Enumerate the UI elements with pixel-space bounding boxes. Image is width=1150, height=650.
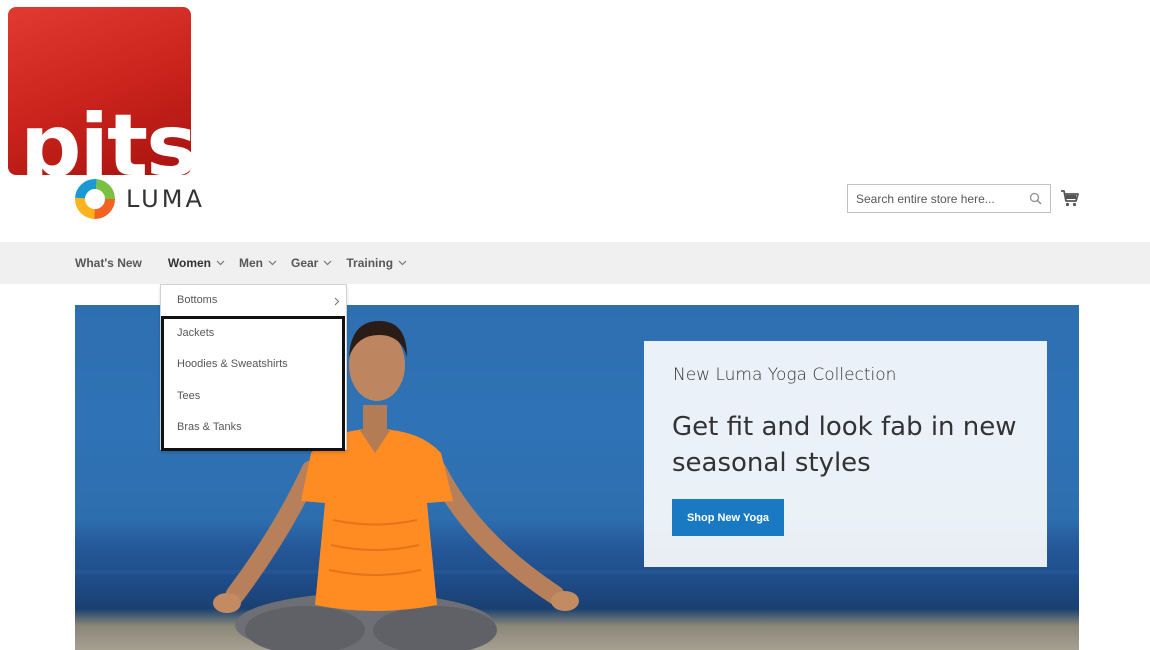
submenu-item-hoodies-sweatshirts[interactable]: Hoodies & Sweatshirts [177, 358, 288, 370]
promo-title: Get fit and look fab in new seasonal sty… [672, 412, 1017, 478]
nav-item-men[interactable]: Men [239, 256, 277, 270]
nav-item-whats-new[interactable]: What's New [75, 256, 142, 270]
nav-item-training[interactable]: Training [346, 256, 407, 270]
store-logo[interactable]: LUMA [74, 177, 205, 221]
promo-subtitle: New Luma Yoga Collection [673, 365, 897, 385]
pits-logo: pits [8, 7, 191, 175]
chevron-down-icon [323, 260, 332, 266]
submenu-item-bottoms[interactable]: Bottoms [177, 294, 217, 306]
nav-item-label: Men [239, 256, 263, 270]
store-logo-text: LUMA [126, 185, 205, 213]
nav-item-label: What's New [75, 256, 142, 270]
main-navigation: What's New Women Men Gear Training [0, 242, 1150, 284]
submenu-item-jackets[interactable]: Jackets [177, 327, 214, 339]
submenu-item-label: Tees [177, 390, 201, 402]
submenu-item-label: Hoodies & Sweatshirts [177, 358, 288, 370]
submenu-item-label: Bottoms [177, 294, 218, 306]
submenu-item-label: Bras & Tanks [177, 421, 242, 433]
cart-icon[interactable] [1060, 188, 1080, 208]
search-input[interactable] [856, 191, 1026, 206]
submenu-item-label: Jackets [177, 327, 215, 339]
nav-item-label: Gear [291, 256, 319, 270]
promo-box: New Luma Yoga Collection Get fit and loo… [644, 341, 1047, 567]
nav-item-label: Training [346, 256, 394, 270]
shop-new-yoga-button[interactable]: Shop New Yoga [672, 499, 784, 536]
nav-list: What's New Women Men Gear Training [75, 242, 423, 284]
search-icon[interactable] [1029, 192, 1042, 205]
submenu-item-tees[interactable]: Tees [177, 390, 200, 402]
nav-item-label: Women [167, 256, 211, 270]
chevron-right-icon [334, 297, 340, 306]
chevron-down-icon [398, 260, 407, 266]
women-submenu: Bottoms Jackets Hoodies & Sweatshirts Te… [160, 284, 347, 451]
search-box [847, 184, 1051, 213]
nav-item-gear[interactable]: Gear [291, 256, 332, 270]
nav-item-women[interactable]: Women [168, 256, 225, 270]
chevron-down-icon [216, 260, 225, 266]
pits-logo-text: pits [20, 96, 191, 175]
chevron-down-icon [268, 260, 277, 266]
luma-logo-icon [75, 179, 115, 219]
submenu-item-bras-tanks[interactable]: Bras & Tanks [177, 421, 242, 433]
